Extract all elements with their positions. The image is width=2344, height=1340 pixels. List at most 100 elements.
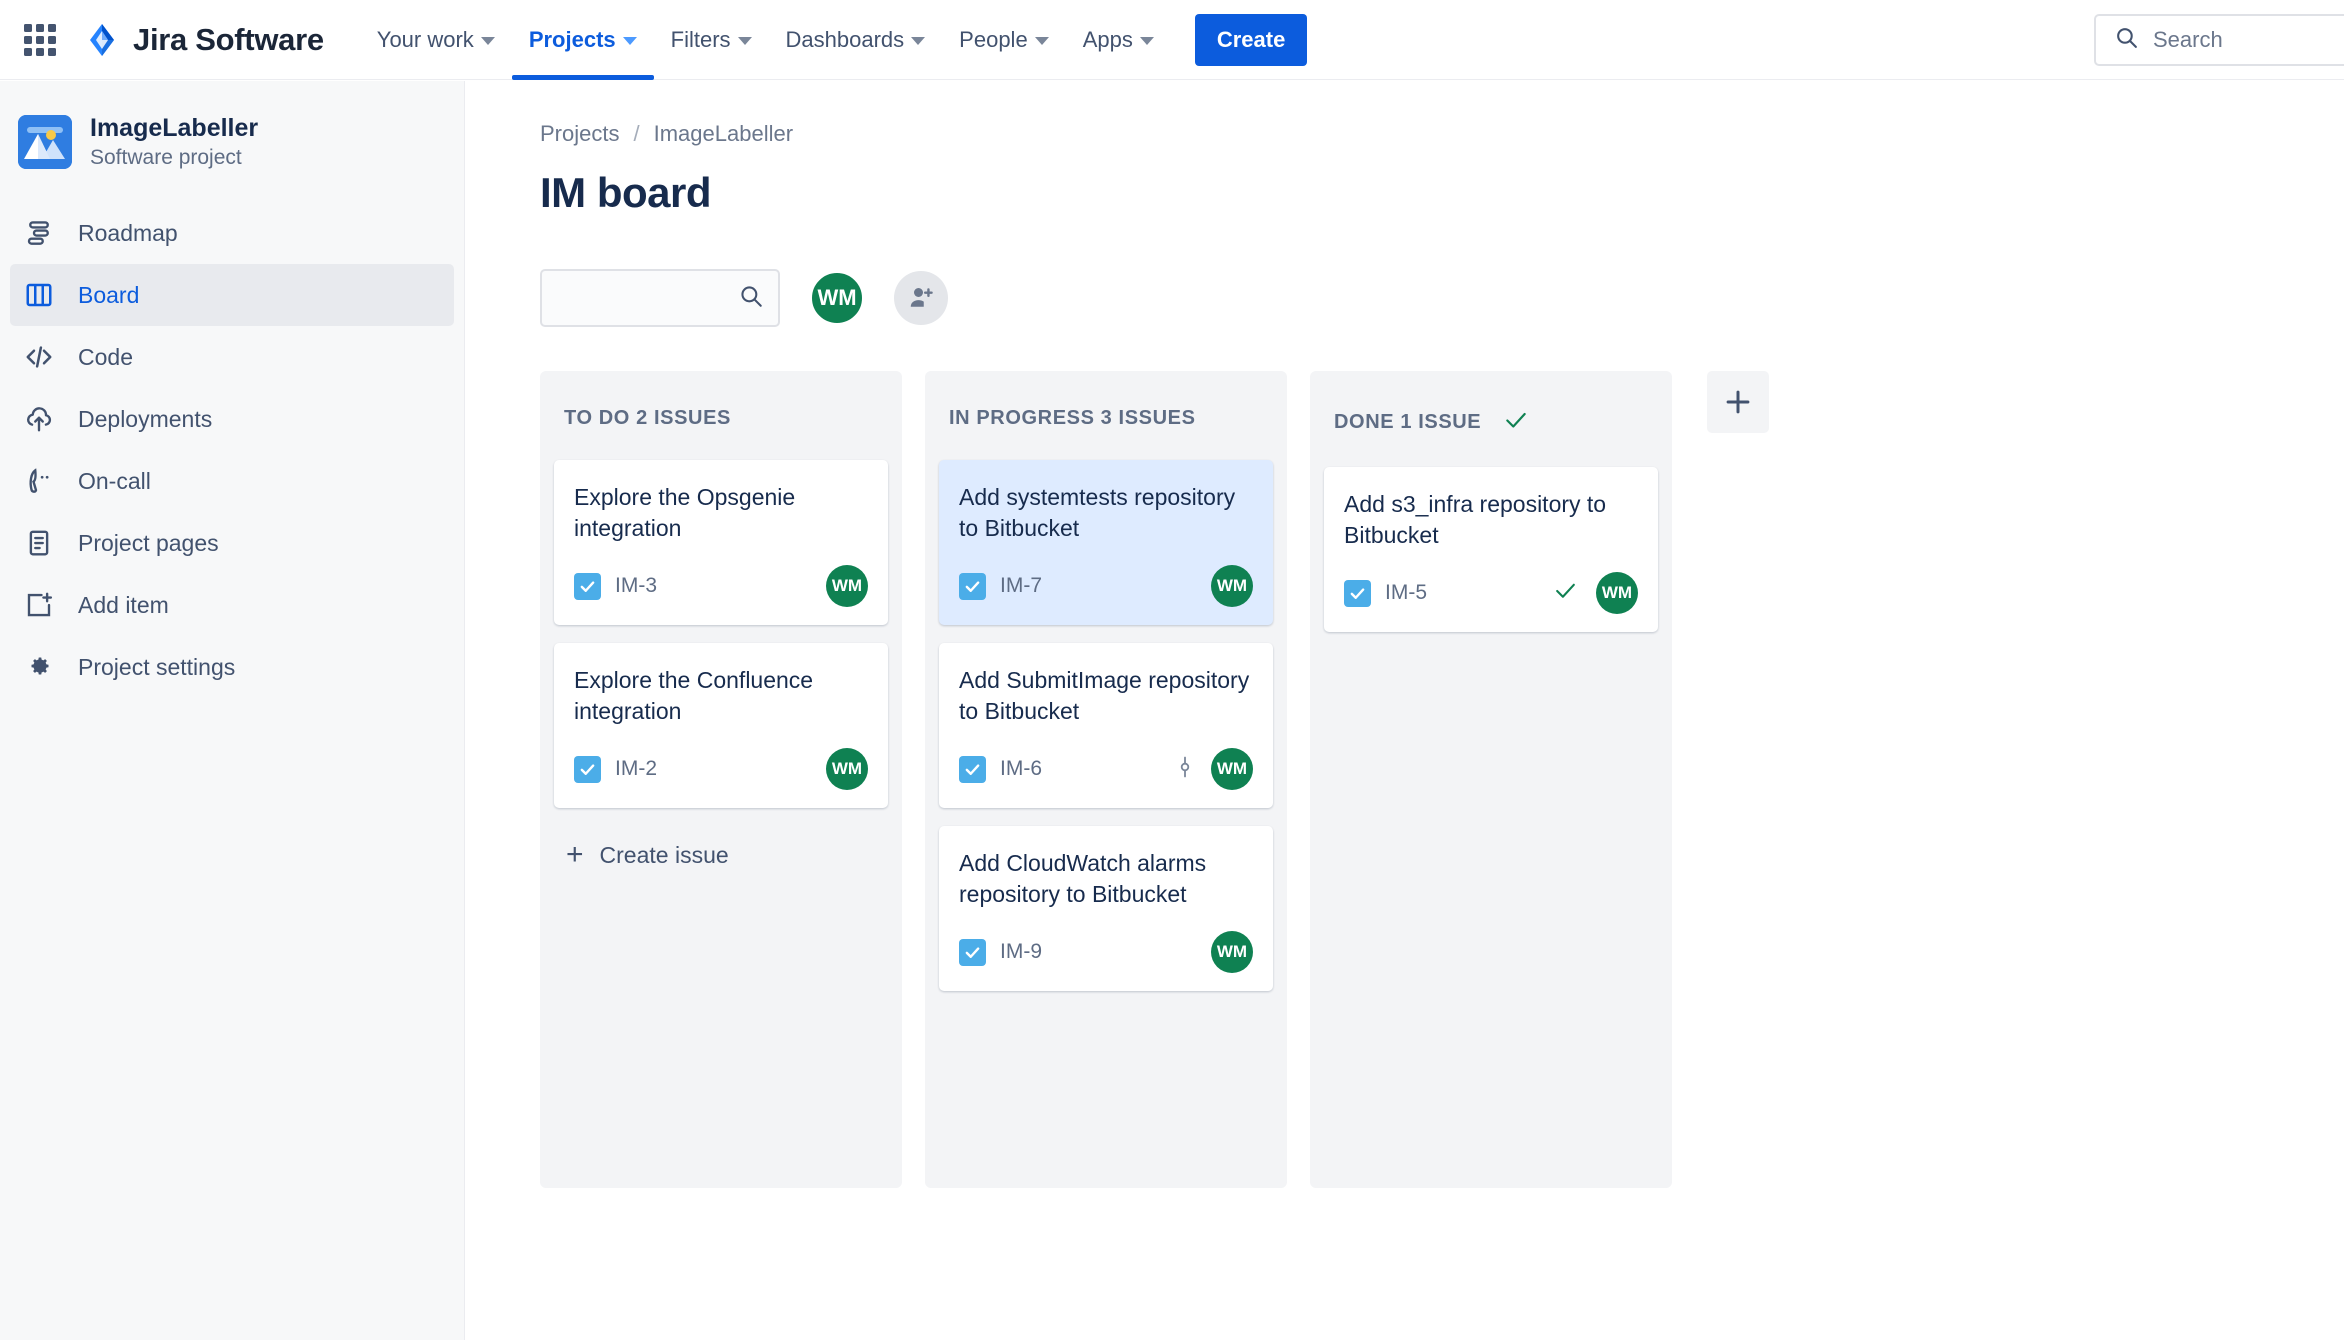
assignee-avatar[interactable]: WM bbox=[1211, 565, 1253, 608]
issue-title: Explore the Confluence integration bbox=[574, 667, 814, 724]
board-column-in-progress: IN PROGRESS 3 ISSUES Add systemtests rep… bbox=[925, 371, 1287, 1188]
column-title: IN PROGRESS 3 ISSUES bbox=[949, 407, 1196, 429]
search-icon[interactable] bbox=[738, 283, 764, 314]
sidebar-item-label: Board bbox=[78, 281, 140, 308]
global-search-box[interactable] bbox=[2094, 14, 2344, 66]
issue-key[interactable]: IM-2 bbox=[615, 757, 657, 781]
nav-item-people[interactable]: People bbox=[942, 0, 1066, 80]
global-search-input[interactable] bbox=[2153, 27, 2344, 53]
issue-meta: IM-9 WM bbox=[959, 931, 1253, 974]
sidebar-item-add-item[interactable]: Add item bbox=[10, 574, 454, 636]
create-issue-label: Create issue bbox=[599, 841, 729, 868]
assignee-avatar[interactable]: WM bbox=[1211, 748, 1253, 791]
chevron-down-icon bbox=[737, 37, 752, 45]
task-type-icon bbox=[574, 572, 601, 600]
project-name: ImageLabeller bbox=[90, 114, 259, 142]
nav-item-projects[interactable]: Projects bbox=[511, 0, 654, 80]
sidebar-item-label: Roadmap bbox=[78, 219, 178, 246]
issue-title: Add systemtests repository to Bitbucket bbox=[959, 484, 1236, 541]
issue-card[interactable]: Add s3_infra repository to Bitbucket IM-… bbox=[1324, 467, 1658, 633]
create-issue-button[interactable]: + Create issue bbox=[554, 826, 888, 884]
nav-item-dashboards[interactable]: Dashboards bbox=[769, 0, 943, 80]
sidebar-item-label: Code bbox=[78, 343, 133, 370]
assignee-avatar[interactable]: WM bbox=[1596, 572, 1638, 615]
chevron-down-icon bbox=[622, 37, 637, 45]
nav-item-your-work[interactable]: Your work bbox=[360, 0, 512, 80]
breadcrumb-projects[interactable]: Projects bbox=[540, 121, 619, 147]
add-column-button[interactable] bbox=[1707, 371, 1769, 433]
jira-diamond-icon bbox=[84, 22, 120, 58]
assignee-avatar[interactable]: WM bbox=[1211, 931, 1253, 974]
nav-label: Filters bbox=[670, 26, 731, 52]
roadmap-icon bbox=[22, 216, 56, 250]
avatar[interactable]: WM bbox=[810, 271, 864, 325]
column-title: DONE 1 ISSUE bbox=[1334, 410, 1482, 433]
task-type-icon bbox=[1344, 579, 1371, 607]
nav-item-filters[interactable]: Filters bbox=[654, 0, 769, 80]
issue-meta: IM-5 WM bbox=[1344, 572, 1638, 615]
issue-key[interactable]: IM-6 bbox=[1000, 757, 1042, 781]
breadcrumb: Projects / ImageLabeller bbox=[540, 121, 2344, 147]
sidebar-item-label: Project pages bbox=[78, 529, 219, 556]
deployments-icon bbox=[22, 402, 56, 436]
board-search-input[interactable] bbox=[558, 286, 738, 310]
issue-key[interactable]: IM-3 bbox=[615, 574, 657, 598]
project-sidebar: ImageLabeller Software project Roadmap B… bbox=[0, 81, 465, 1340]
sidebar-item-deployments[interactable]: Deployments bbox=[10, 388, 454, 450]
project-avatar-image-icon bbox=[18, 114, 72, 169]
search-icon bbox=[2114, 25, 2139, 55]
sidebar-item-board[interactable]: Board bbox=[10, 264, 454, 327]
page-title: IM board bbox=[540, 169, 712, 216]
branch-commit-icon[interactable] bbox=[1173, 755, 1197, 784]
issue-card[interactable]: Add SubmitImage repository to Bitbucket … bbox=[939, 643, 1273, 809]
issue-title: Add s3_infra repository to Bitbucket bbox=[1344, 491, 1607, 548]
primary-nav-items: Your work Projects Filters Dashboards Pe… bbox=[360, 0, 1171, 80]
nav-label: Your work bbox=[376, 26, 474, 52]
issue-meta: IM-6 WM bbox=[959, 748, 1253, 791]
issue-key[interactable]: IM-9 bbox=[1000, 940, 1042, 964]
issue-card[interactable]: Add CloudWatch alarms repository to Bitb… bbox=[939, 826, 1273, 992]
breadcrumb-separator: / bbox=[633, 121, 640, 146]
issue-meta: IM-2 WM bbox=[574, 748, 868, 791]
project-pages-icon bbox=[22, 526, 56, 560]
board-filter-box[interactable] bbox=[540, 269, 780, 327]
board-column-done: DONE 1 ISSUE Add s3_infra repository to … bbox=[1310, 371, 1672, 1188]
issue-card[interactable]: Explore the Confluence integration IM-2 … bbox=[554, 643, 888, 809]
project-header[interactable]: ImageLabeller Software project bbox=[0, 103, 464, 170]
breadcrumb-project-name[interactable]: ImageLabeller bbox=[654, 121, 793, 147]
assignee-avatar[interactable]: WM bbox=[826, 748, 868, 791]
sidebar-item-project-pages[interactable]: Project pages bbox=[10, 512, 454, 574]
create-button[interactable]: Create bbox=[1194, 13, 1308, 66]
on-call-icon bbox=[22, 464, 56, 498]
issue-key[interactable]: IM-5 bbox=[1385, 581, 1427, 605]
add-people-icon[interactable] bbox=[894, 271, 948, 325]
board-icon bbox=[22, 278, 56, 312]
project-type: Software project bbox=[90, 146, 242, 169]
nav-item-apps[interactable]: Apps bbox=[1066, 0, 1171, 80]
issue-card[interactable]: Explore the Opsgenie integration IM-3 WM bbox=[554, 460, 888, 626]
add-item-icon bbox=[22, 588, 56, 622]
issue-meta: IM-3 WM bbox=[574, 565, 868, 608]
sidebar-item-roadmap[interactable]: Roadmap bbox=[10, 202, 454, 264]
nav-label: Apps bbox=[1082, 26, 1133, 52]
app-switcher-icon[interactable] bbox=[22, 22, 58, 58]
gear-icon bbox=[22, 650, 56, 684]
nav-label: Dashboards bbox=[785, 26, 905, 52]
sidebar-item-label: Deployments bbox=[78, 405, 213, 432]
code-icon bbox=[22, 340, 56, 374]
chevron-down-icon bbox=[911, 37, 926, 45]
assignee-avatar[interactable]: WM bbox=[826, 565, 868, 608]
issue-meta: IM-7 WM bbox=[959, 565, 1253, 608]
issue-card[interactable]: Add systemtests repository to Bitbucket … bbox=[939, 460, 1273, 626]
sidebar-item-code[interactable]: Code bbox=[10, 326, 454, 388]
kanban-board: TO DO 2 ISSUES Explore the Opsgenie inte… bbox=[540, 371, 2344, 1188]
sidebar-item-on-call[interactable]: On-call bbox=[10, 450, 454, 512]
jira-brand-logo[interactable]: Jira Software bbox=[84, 22, 324, 58]
sidebar-item-project-settings[interactable]: Project settings bbox=[10, 636, 454, 698]
main-content: Projects / ImageLabeller IM board WM TO … bbox=[466, 81, 2344, 1340]
column-header: TO DO 2 ISSUES bbox=[554, 385, 888, 460]
sidebar-item-label: On-call bbox=[78, 467, 151, 494]
sidebar-nav-list: Roadmap Board Code Deployments On-call P… bbox=[0, 202, 464, 698]
issue-key[interactable]: IM-7 bbox=[1000, 574, 1042, 598]
column-title: TO DO 2 ISSUES bbox=[564, 407, 731, 429]
